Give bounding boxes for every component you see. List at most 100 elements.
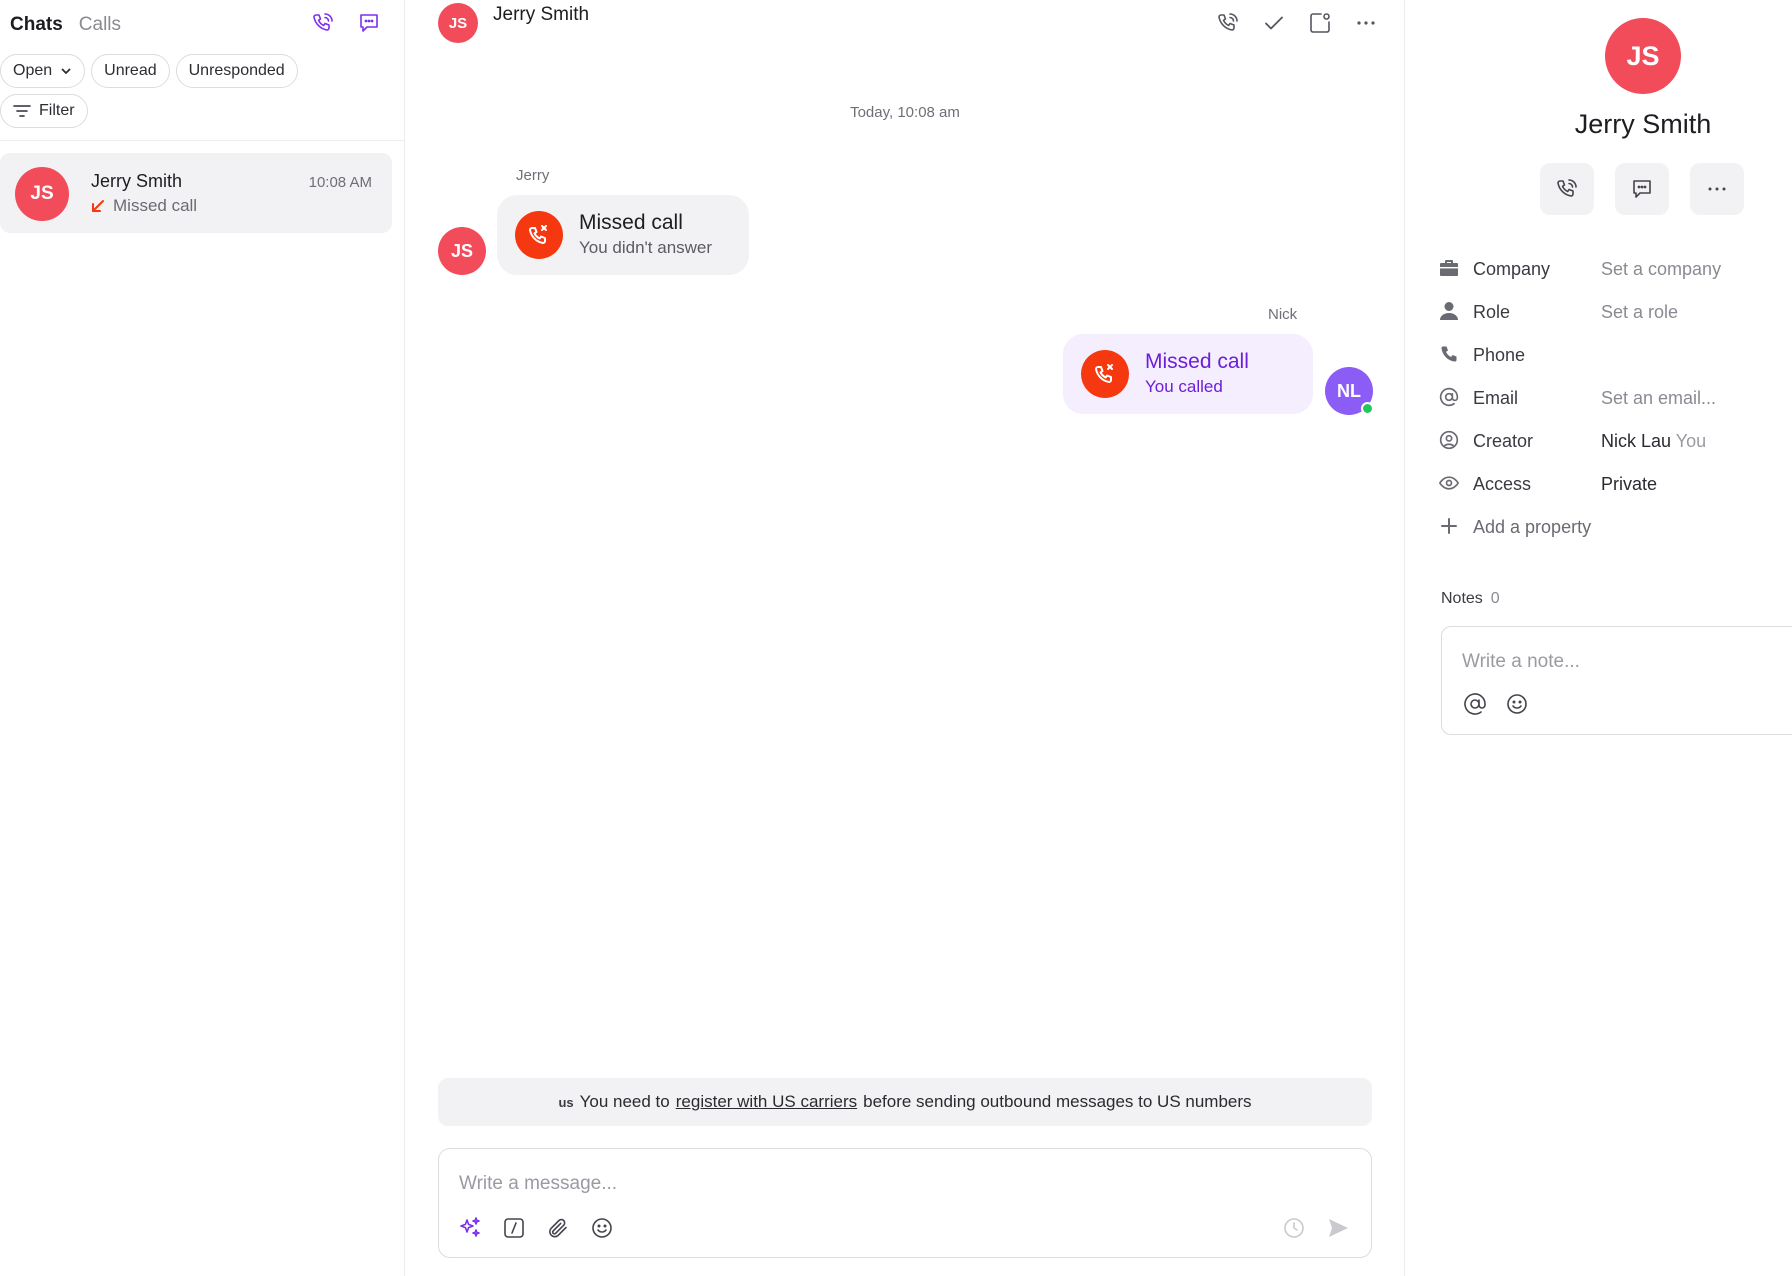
- property-label: Email: [1473, 388, 1519, 408]
- property-value[interactable]: Set a company: [1601, 259, 1721, 280]
- contact-call-button[interactable]: [1540, 163, 1594, 215]
- avatar-initials: NL: [1337, 380, 1361, 401]
- emoji-button[interactable]: [589, 1215, 615, 1241]
- property-value[interactable]: Set a role: [1601, 302, 1678, 323]
- missed-call-arrow-icon: [92, 200, 104, 212]
- property-value[interactable]: Set an email...: [1601, 388, 1716, 409]
- message-avatar: JS: [438, 227, 486, 275]
- more-options-button[interactable]: [1353, 10, 1379, 36]
- filter-button[interactable]: Filter: [0, 94, 88, 128]
- property-value: Nick Lau You: [1601, 431, 1706, 452]
- add-property-button[interactable]: Add a property: [1438, 512, 1788, 555]
- smiley-icon: [592, 1218, 612, 1238]
- phone-icon: [313, 13, 333, 31]
- snippets-button[interactable]: [501, 1215, 527, 1241]
- notes-title: Notes: [1441, 590, 1483, 607]
- at-sign-icon: [1464, 693, 1486, 715]
- message-subtitle: You didn't answer: [579, 238, 713, 257]
- message-avatar: NL: [1325, 367, 1374, 415]
- contact-message-button[interactable]: [1615, 163, 1669, 215]
- chat-panel: JS Jerry Smith Today, 10:08 am Jerry JS …: [405, 0, 1405, 1276]
- note-input[interactable]: [1462, 647, 1762, 677]
- filter-label: Filter: [39, 102, 75, 119]
- add-property-label: Add a property: [1473, 517, 1592, 537]
- property-role[interactable]: Role Set a role: [1438, 297, 1788, 340]
- message-icon: [360, 14, 378, 32]
- contact-more-button[interactable]: [1690, 163, 1744, 215]
- eye-icon: [1438, 472, 1460, 494]
- attach-file-button[interactable]: [545, 1215, 571, 1241]
- paperclip-icon: [549, 1218, 567, 1238]
- message-input[interactable]: [459, 1169, 1339, 1199]
- new-call-button[interactable]: [310, 10, 336, 36]
- conversation-name: Jerry Smith: [91, 171, 183, 191]
- message-title: Missed call: [579, 211, 683, 234]
- note-composer: [1441, 626, 1792, 735]
- phone-icon: [1438, 343, 1460, 365]
- phone-icon: [1557, 179, 1577, 197]
- notes-header: Notes 0: [1441, 590, 1500, 608]
- property-value[interactable]: Private: [1601, 474, 1657, 495]
- unread-chip[interactable]: Unread: [91, 54, 170, 88]
- mark-done-button[interactable]: [1261, 10, 1287, 36]
- open-status-dropdown[interactable]: Open: [0, 54, 86, 88]
- us-flag-label: us: [558, 1094, 574, 1110]
- sidebar-actions: [310, 10, 382, 36]
- chevron-down-icon: [61, 68, 71, 74]
- conversation-preview-text: Missed call: [113, 196, 198, 215]
- sidebar-tabs: Chats Calls: [10, 14, 121, 36]
- new-message-button[interactable]: [356, 10, 382, 36]
- tab-calls[interactable]: Calls: [79, 14, 121, 36]
- at-sign-icon: [1438, 386, 1460, 408]
- property-email[interactable]: Email Set an email...: [1438, 383, 1788, 426]
- conversation-item[interactable]: JS Jerry Smith 10:08 AM Missed call: [0, 153, 392, 233]
- message-title: Missed call: [1145, 350, 1249, 373]
- mention-button[interactable]: [1462, 691, 1488, 717]
- online-status-dot: [1361, 402, 1374, 415]
- creator-name: Nick Lau: [1601, 431, 1672, 451]
- briefcase-icon: [1438, 257, 1460, 279]
- contact-name[interactable]: Jerry Smith: [1406, 109, 1792, 140]
- toggle-contact-panel-button[interactable]: [1307, 10, 1333, 36]
- send-icon: [1329, 1219, 1348, 1237]
- property-label: Role: [1473, 302, 1511, 322]
- register-carriers-link[interactable]: register with US carriers: [676, 1092, 857, 1112]
- contact-properties: Company Set a company Role Set a role Ph…: [1438, 254, 1788, 555]
- property-phone[interactable]: Phone: [1438, 340, 1788, 383]
- chat-header-avatar[interactable]: JS: [438, 3, 478, 43]
- message-sender-name: Jerry: [516, 167, 550, 184]
- property-label: Company: [1473, 259, 1551, 279]
- day-separator: Today, 10:08 am: [850, 104, 960, 121]
- property-company[interactable]: Company Set a company: [1438, 254, 1788, 297]
- property-access[interactable]: Access Private: [1438, 469, 1788, 512]
- contact-avatar[interactable]: JS: [1605, 18, 1681, 94]
- message-sender-name: Nick: [1268, 306, 1298, 323]
- contact-panel: JS Jerry Smith Company Set a company Rol…: [1406, 0, 1792, 1276]
- schedule-message-button[interactable]: [1281, 1215, 1307, 1241]
- missed-call-message-incoming[interactable]: Missed call You didn't answer: [497, 195, 749, 275]
- open-status-label: Open: [13, 62, 53, 79]
- phone-icon: [1218, 13, 1238, 31]
- property-creator[interactable]: Creator Nick Lau You: [1438, 426, 1788, 469]
- slash-command-icon: [504, 1218, 524, 1238]
- person-icon: [1438, 300, 1460, 322]
- message-subtitle: You called: [1145, 377, 1223, 396]
- conversation-time: 10:08 AM: [308, 174, 372, 191]
- unresponded-chip[interactable]: Unresponded: [175, 54, 298, 88]
- tab-chats[interactable]: Chats: [10, 14, 63, 36]
- ai-assist-button[interactable]: [457, 1215, 483, 1241]
- property-label: Creator: [1473, 431, 1534, 451]
- sparkles-icon: [460, 1217, 480, 1237]
- chat-header-name[interactable]: Jerry Smith: [493, 4, 589, 26]
- send-button[interactable]: [1325, 1215, 1351, 1241]
- note-tools: [1462, 691, 1530, 717]
- banner-prefix: You need to: [579, 1092, 670, 1111]
- note-emoji-button[interactable]: [1504, 691, 1530, 717]
- call-button[interactable]: [1215, 10, 1241, 36]
- notes-count: 0: [1490, 590, 1500, 607]
- message-icon: [1633, 180, 1651, 198]
- composer-send-tools: [1281, 1215, 1351, 1241]
- carrier-registration-banner: us You need to register with US carriers…: [438, 1078, 1372, 1126]
- chat-header-actions: [1215, 10, 1379, 36]
- missed-call-message-outgoing[interactable]: Missed call You called: [1063, 334, 1313, 414]
